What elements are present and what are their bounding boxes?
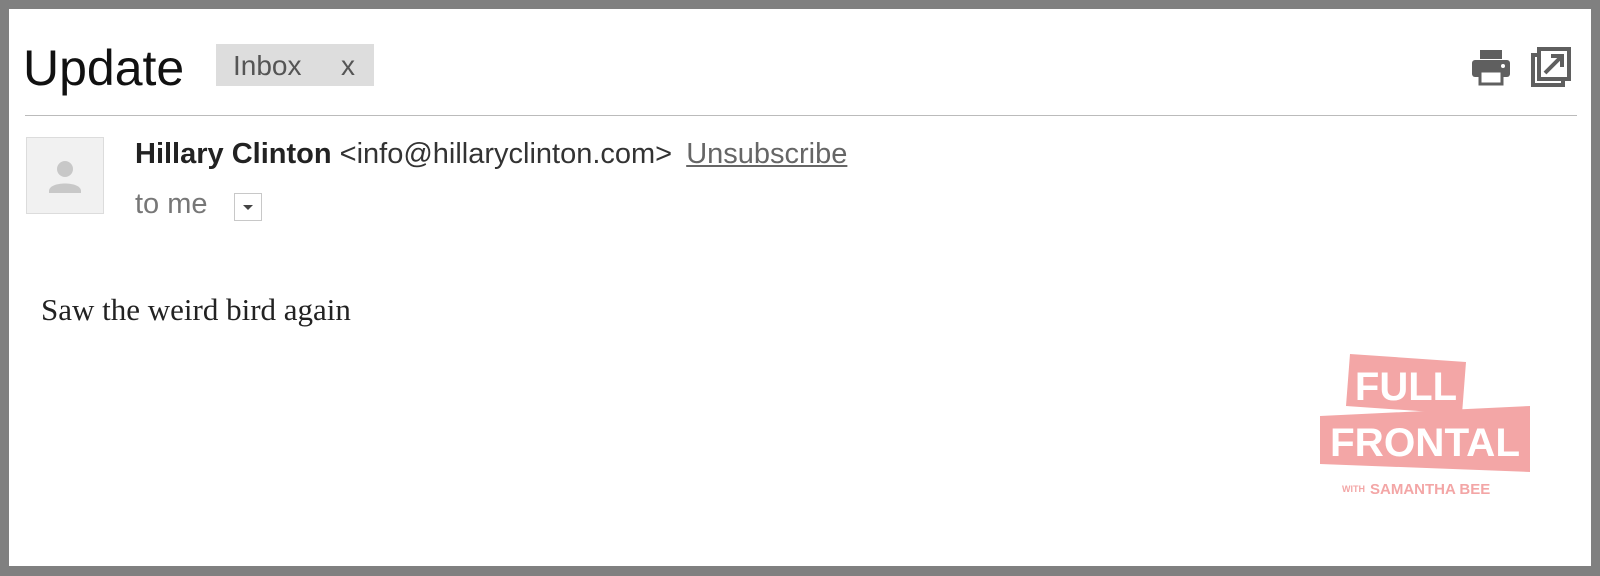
svg-text:SAMANTHA BEE: SAMANTHA BEE <box>1370 481 1490 498</box>
email-subject: Update <box>23 40 185 96</box>
default-person-icon <box>49 161 81 193</box>
email-body: Saw the weird bird again <box>41 292 351 327</box>
sender-email: <info@hillaryclinton.com> <box>339 138 673 170</box>
label-chip-text: Inbox <box>233 50 302 81</box>
chevron-down-icon <box>243 205 253 210</box>
popout-icon[interactable] <box>1531 47 1571 87</box>
remove-label-button[interactable]: x <box>341 50 355 82</box>
print-icon[interactable] <box>1470 47 1512 87</box>
full-frontal-logo: FULL FRONTAL WITH SAMANTHA BEE <box>1314 354 1536 504</box>
email-view: Update Inbox x Hillary Clinton <info@hil… <box>9 9 1591 566</box>
avatar <box>26 137 104 214</box>
unsubscribe-link[interactable]: Unsubscribe <box>686 138 847 170</box>
svg-text:FRONTAL: FRONTAL <box>1330 421 1520 465</box>
recipient-line: to me <box>135 188 208 220</box>
svg-text:WITH: WITH <box>1342 484 1365 494</box>
sender-name: Hillary Clinton <box>135 138 332 170</box>
svg-text:FULL: FULL <box>1355 365 1457 409</box>
header-divider <box>25 115 1577 116</box>
show-details-button[interactable] <box>234 193 262 221</box>
label-chip-inbox[interactable]: Inbox x <box>216 44 374 86</box>
sender-line: Hillary Clinton <info@hillaryclinton.com… <box>135 137 847 171</box>
